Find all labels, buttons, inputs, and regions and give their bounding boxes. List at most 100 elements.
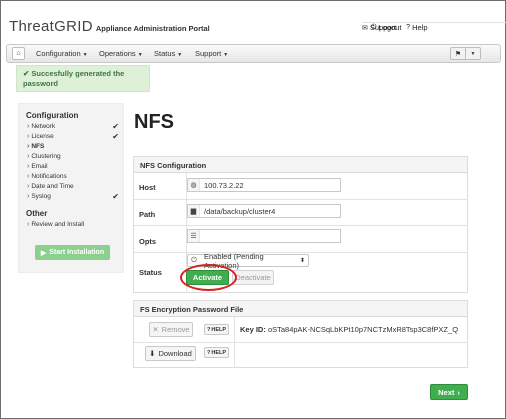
sidebar-item-license[interactable]: › License ✔ <box>27 132 119 141</box>
portal-title: Appliance Administration Portal <box>95 24 210 33</box>
highlight-circle-annotation <box>180 264 237 291</box>
remove-button[interactable]: ✕ Remove <box>149 322 193 337</box>
sidebar-item-clustering[interactable]: › Clustering <box>27 153 119 160</box>
opts-input[interactable]: ☰ <box>187 229 341 243</box>
sidebar-item-notifications[interactable]: › Notifications <box>27 173 119 180</box>
sidebar-item-label: Syslog <box>31 193 51 200</box>
sidebar-item-syslog[interactable]: › Syslog ✔ <box>27 192 119 201</box>
logout-link[interactable]: ⏻ Logout <box>371 23 402 32</box>
check-icon: ✔ <box>112 122 119 131</box>
chevron-right-icon: › <box>27 163 30 170</box>
chevron-right-icon: › <box>27 123 30 130</box>
chevron-right-icon: › <box>27 173 30 180</box>
flag-icon: ⚑ <box>454 50 462 58</box>
remove-help-button[interactable]: ? HELP <box>204 324 230 335</box>
key-id-value: oSTa84pAK-NCSqLbKPt10p7NCTzMxR8Tsp3C8fPX… <box>267 325 459 334</box>
nav-support[interactable]: Support ▼ <box>195 49 228 58</box>
fs-panel-heading: FS Encryption Password File <box>134 301 467 317</box>
nav-operations[interactable]: Operations ▼ <box>99 49 143 58</box>
flag-dropdown-toggle[interactable]: ▼ <box>466 47 481 60</box>
threatgrid-logo: ThreatGRID Appliance Administration Port… <box>9 18 210 35</box>
logo-wordmark: ThreatGRID <box>9 18 93 35</box>
check-icon: ✔ <box>112 132 119 141</box>
question-circle-icon: ? <box>207 349 211 356</box>
sidebar-item-date-time[interactable]: › Date and Time <box>27 183 119 190</box>
sidebar-item-label: Notifications <box>31 173 67 180</box>
folder-icon: ▆ <box>188 205 200 217</box>
download-button-label: Download <box>158 349 192 358</box>
nav-status-label: Status <box>154 49 176 58</box>
app-frame: ThreatGRID Appliance Administration Port… <box>0 0 506 419</box>
sidebar-item-network[interactable]: › Network ✔ <box>27 122 119 131</box>
logout-link-label: Logout <box>378 23 402 32</box>
success-alert: ✔ Succesfully generated the password <box>16 65 150 92</box>
start-installation-label: Start Installation <box>49 249 105 256</box>
host-input[interactable]: ◍ 100.73.2.22 <box>187 178 341 192</box>
sidebar-item-nfs[interactable]: › NFS <box>27 143 119 150</box>
sidebar-item-label: Clustering <box>31 153 61 160</box>
nfs-panel-heading: NFS Configuration <box>134 157 467 173</box>
opts-label: Opts <box>139 237 157 246</box>
chevron-right-icon: › <box>27 183 30 190</box>
chevron-right-icon: › <box>27 133 30 140</box>
flag-button[interactable]: ⚑ <box>450 47 466 60</box>
select-caret-icon: ⬍ <box>299 258 305 264</box>
play-icon: ▶ <box>40 249 47 257</box>
help-label: HELP <box>211 349 227 356</box>
caret-down-icon: ▼ <box>470 50 476 57</box>
chevron-right-icon: › <box>27 193 30 200</box>
main-navbar: ⌂ Configuration ▼ Operations ▼ Status ▼ Sup… <box>6 44 501 63</box>
sidebar-item-label: Date and Time <box>31 183 74 190</box>
check-circle-icon: ✔ <box>23 69 30 78</box>
status-label: Status <box>139 268 162 277</box>
check-icon: ✔ <box>112 192 119 201</box>
logout-icon: ⏻ <box>371 23 377 31</box>
nav-support-label: Support <box>195 49 222 58</box>
chevron-right-icon: › <box>27 143 30 150</box>
download-button[interactable]: ⬇ Download <box>145 346 196 361</box>
chevron-right-icon: › <box>27 153 30 160</box>
sidebar-item-label: NFS <box>31 143 45 150</box>
page-title: NFS <box>134 111 174 133</box>
caret-down-icon: ▼ <box>82 52 88 58</box>
home-icon: ⌂ <box>16 50 21 57</box>
next-button[interactable]: Next › <box>430 384 468 400</box>
sidebar-item-email[interactable]: › Email <box>27 163 119 170</box>
path-label: Path <box>139 210 156 219</box>
key-id-label: Key ID: <box>240 325 266 334</box>
nav-status[interactable]: Status ▼ <box>154 49 182 58</box>
question-circle-icon: ? <box>207 326 211 333</box>
globe-icon: ◍ <box>188 179 200 191</box>
caret-down-icon: ▼ <box>137 52 143 58</box>
nav-configuration[interactable]: Configuration ▼ <box>36 49 88 58</box>
download-icon: ⬇ <box>149 349 156 358</box>
deactivate-button[interactable]: Deactivate <box>232 270 274 285</box>
key-id-text: Key ID: oSTa84pAK-NCSqLbKPt10p7NCTzMxR8T… <box>240 325 458 334</box>
sidebar-item-label: License <box>31 133 54 140</box>
envelope-icon: ✉ <box>362 24 368 32</box>
chevron-right-icon: › <box>27 221 30 228</box>
help-label: HELP <box>211 326 227 333</box>
setup-sidebar: Configuration › Network ✔ › License ✔ › … <box>18 103 124 273</box>
nav-configuration-label: Configuration <box>36 49 81 58</box>
alert-text: Succesfully generated the password <box>23 69 125 88</box>
nav-operations-label: Operations <box>99 49 136 58</box>
path-input-value: /data/backup/cluster4 <box>204 206 276 216</box>
start-installation-button[interactable]: ▶ Start Installation <box>35 245 110 260</box>
path-input[interactable]: ▆ /data/backup/cluster4 <box>187 204 341 218</box>
next-button-label: Next <box>438 387 455 397</box>
sidebar-item-label: Network <box>31 123 56 130</box>
sidebar-item-label: Review and Install <box>31 221 85 228</box>
times-icon: ✕ <box>152 325 159 334</box>
sidebar-configuration-title: Configuration <box>26 111 79 120</box>
home-button[interactable]: ⌂ <box>12 47 25 60</box>
remove-button-label: Remove <box>161 325 190 334</box>
sidebar-item-review-install[interactable]: › Review and Install <box>27 221 119 228</box>
chevron-right-icon: › <box>457 387 460 397</box>
sidebar-item-label: Email <box>31 163 48 170</box>
host-label: Host <box>139 183 156 192</box>
sidebar-other-title: Other <box>26 209 48 218</box>
download-help-button[interactable]: ? HELP <box>204 347 230 358</box>
host-input-value: 100.73.2.22 <box>204 180 244 190</box>
caret-down-icon: ▼ <box>223 52 229 58</box>
